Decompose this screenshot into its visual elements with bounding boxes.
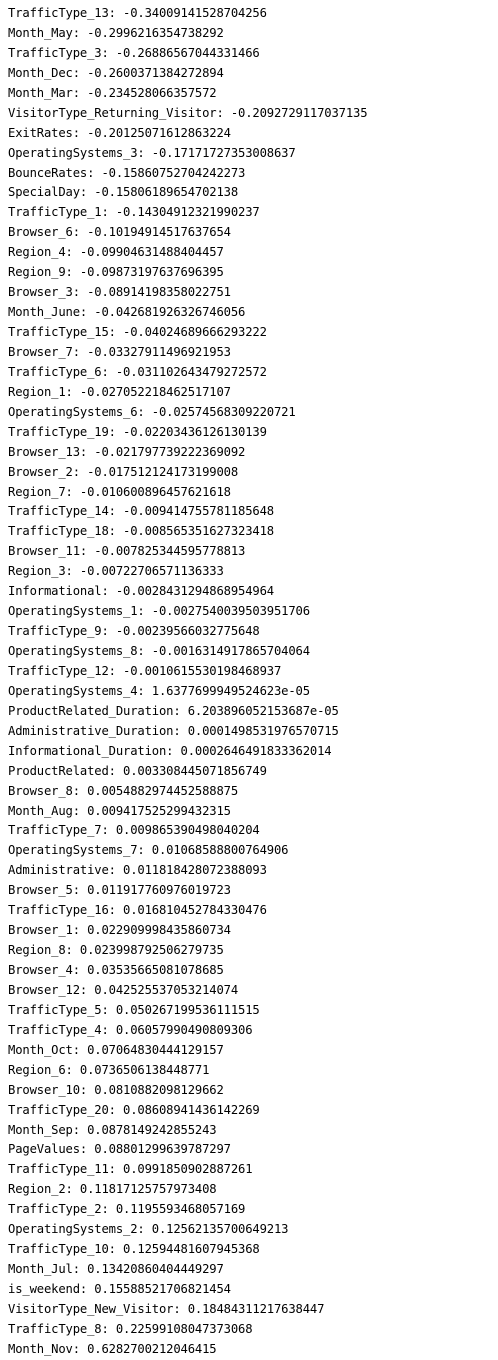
output-line: TrafficType_20: 0.08608941436142269 [8,1102,260,1117]
output-line: TrafficType_8: 0.22599108047373068 [8,1321,253,1336]
output-line: Browser_13: -0.021797739222369092 [8,444,246,459]
output-line: Browser_10: 0.0810882098129662 [8,1082,224,1097]
output-line: TrafficType_7: 0.009865390498040204 [8,823,260,838]
output-line: is_weekend: 0.15588521706821454 [8,1282,231,1296]
output-line: TrafficType_3: -0.26886567044331466 [8,45,260,60]
output-line: OperatingSystems_2: 0.12562135700649213 [8,1222,289,1237]
output-line: TrafficType_2: 0.1195593468057169 [8,1202,246,1217]
output-line: ProductRelated: 0.003308445071856749 [8,763,267,778]
output-line: Browser_2: -0.017512124173199008 [8,464,238,479]
output-line: OperatingSystems_3: -0.17171727353008637 [8,145,296,160]
output-line: TrafficType_15: -0.04024689666293222 [8,325,267,339]
output-line: TrafficType_14: -0.009414755781185648 [8,504,274,519]
output-line: Administrative: 0.011818428072388093 [8,863,267,878]
output-line: TrafficType_16: 0.016810452784330476 [8,903,267,918]
output-line: Month_Dec: -0.2600371384272894 [8,65,224,80]
output-line: Month_Nov: 0.6282700212046415 [8,1341,217,1356]
output-line: OperatingSystems_6: -0.02574568309220721 [8,404,296,419]
output-line: Region_6: 0.0736506138448771 [8,1062,210,1077]
output-line: Region_3: -0.00722706571136333 [8,564,224,579]
output-line: Browser_7: -0.03327911496921953 [8,344,231,359]
output-line: Browser_4: 0.03535665081078685 [8,963,224,977]
output-line: Region_8: 0.023998792506279735 [8,943,224,958]
output-line: TrafficType_1: -0.14304912321990237 [8,205,260,220]
output-line: OperatingSystems_1: -0.00275400395039517… [8,604,310,619]
output-line: TrafficType_9: -0.00239566032775648 [8,624,260,639]
output-line: TrafficType_4: 0.06057990490809306 [8,1022,253,1037]
output-line: Month_Aug: 0.009417525299432315 [8,803,231,818]
output-line: Browser_12: 0.042525537053214074 [8,982,238,997]
output-line: Month_Sep: 0.0878149242855243 [8,1122,217,1137]
console-output: TrafficType_13: -0.34009141528704256 Mont… [8,4,498,1360]
output-line: OperatingSystems_7: 0.01068588800764906 [8,843,289,858]
output-line: Administrative_Duration: 0.0001498531976… [8,723,339,738]
output-line: Month_Oct: 0.07064830444129157 [8,1042,224,1057]
output-line: TrafficType_12: -0.0010615530198468937 [8,663,282,678]
output-line: TrafficType_11: 0.0991850902887261 [8,1162,253,1177]
output-line: ProductRelated_Duration: 6.2038960521536… [8,703,339,718]
output-line: VisitorType_New_Visitor: 0.1848431121763… [8,1301,325,1316]
output-line: Month_June: -0.042681926326746056 [8,305,246,320]
output-line: VisitorType_Returning_Visitor: -0.209272… [8,105,368,120]
output-line: TrafficType_19: -0.02203436126130139 [8,424,267,439]
output-line: Informational_Duration: 0.00026464918333… [8,743,332,758]
output-line: TrafficType_6: -0.031102643479272572 [8,364,267,379]
output-line: Region_1: -0.027052218462517107 [8,384,231,399]
output-line: Browser_3: -0.08914198358022751 [8,285,231,300]
output-line: ExitRates: -0.20125071612863224 [8,125,231,140]
output-line: Month_Mar: -0.234528066357572 [8,85,217,100]
output-line: OperatingSystems_4: 1.6377699949524623e-… [8,683,310,698]
output-line: Browser_8: 0.0054882974452588875 [8,783,238,798]
output-line: PageValues: 0.08801299639787297 [8,1142,231,1157]
output-line: TrafficType_18: -0.008565351627323418 [8,524,274,539]
output-line: Informational: -0.0028431294868954964 [8,584,274,599]
output-line: Month_Jul: 0.13420860404449297 [8,1262,224,1277]
output-line: TrafficType_10: 0.12594481607945368 [8,1242,260,1257]
output-line: TrafficType_5: 0.050267199536111515 [8,1002,260,1017]
output-line: Browser_11: -0.007825344595778813 [8,544,246,559]
output-line: Browser_6: -0.10194914517637654 [8,225,231,240]
output-line: SpecialDay: -0.15806189654702138 [8,185,238,200]
output-line: Browser_5: 0.011917760976019723 [8,883,231,898]
output-line: BounceRates: -0.15860752704242273 [8,165,246,180]
output-line: Region_4: -0.09904631488404457 [8,245,224,260]
output-line: Region_7: -0.010600896457621618 [8,484,231,499]
output-line: Region_2: 0.11817125757973408 [8,1182,217,1197]
output-line: Browser_1: 0.022909998435860734 [8,923,231,938]
output-line: TrafficType_13: -0.34009141528704256 [8,6,267,20]
output-line: OperatingSystems_8: -0.00163149178657040… [8,644,310,658]
output-line: Month_May: -0.2996216354738292 [8,25,224,40]
output-line: Region_9: -0.09873197637696395 [8,265,224,280]
